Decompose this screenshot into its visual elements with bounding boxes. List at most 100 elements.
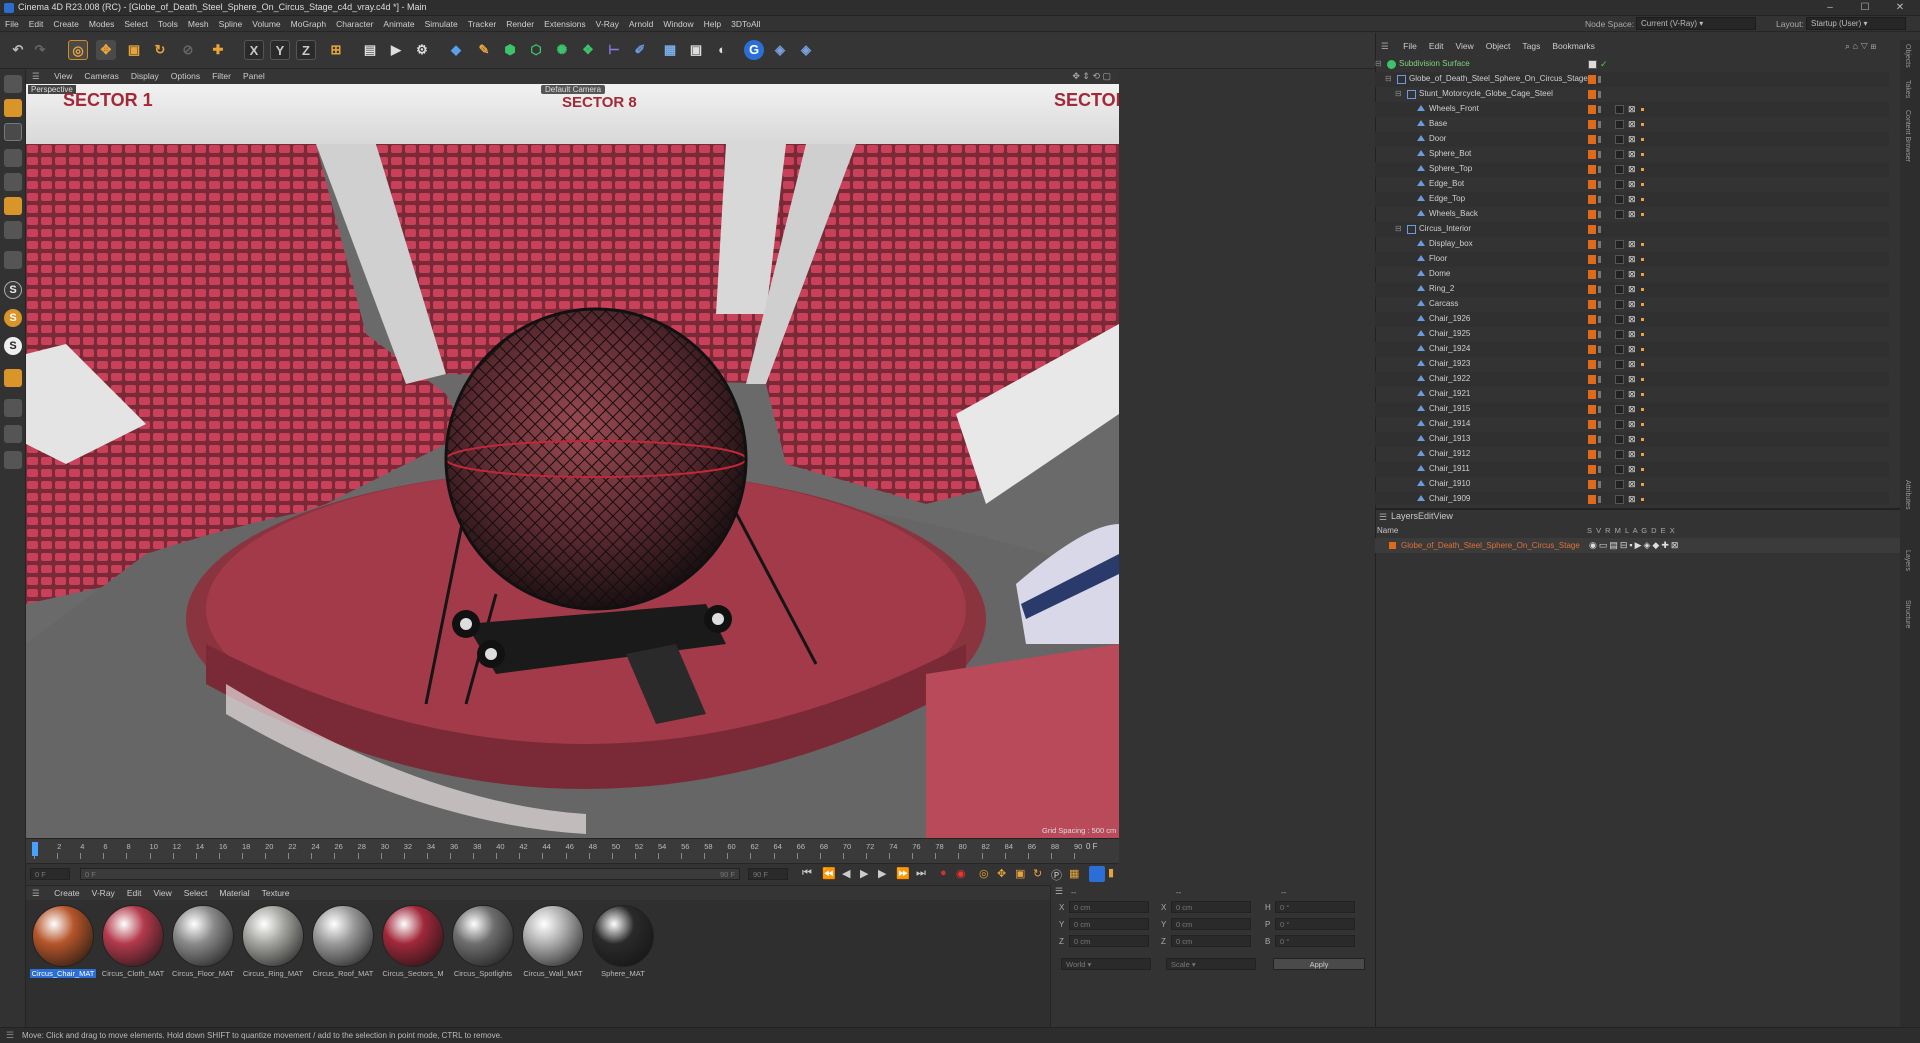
object-menu-object[interactable]: Object <box>1480 40 1517 52</box>
autokey-icon[interactable]: ◉ <box>956 867 966 880</box>
viewport-menu-options[interactable]: Options <box>165 69 206 83</box>
material-tag-icon[interactable] <box>1615 300 1624 309</box>
visibility-dots-icon[interactable] <box>1598 496 1601 503</box>
phong-tag-icon[interactable] <box>1641 348 1644 351</box>
material-preview-ball[interactable] <box>592 905 654 967</box>
material-swatch[interactable]: Circus_Roof_MAT <box>310 905 376 985</box>
material-preview-ball[interactable] <box>242 905 304 967</box>
menu-item-extensions[interactable]: Extensions <box>539 16 591 32</box>
material-tag-icon[interactable] <box>1615 210 1624 219</box>
object-name[interactable]: Stunt_Motorcycle_Globe_Cage_Steel <box>1419 89 1553 98</box>
menu-item-3dtoall[interactable]: 3DToAll <box>726 16 765 32</box>
object-name[interactable]: Chair_1912 <box>1429 449 1470 458</box>
visibility-dots-icon[interactable] <box>1598 136 1601 143</box>
prev-key-icon[interactable]: ⏪ <box>822 867 836 880</box>
texture-tag-icon[interactable]: ⊠ <box>1628 209 1636 220</box>
edges-mode-icon[interactable] <box>4 197 22 215</box>
layer-color-tag[interactable] <box>1588 360 1596 369</box>
visibility-dots-icon[interactable] <box>1598 466 1601 473</box>
coord-value-field[interactable]: 0 ° <box>1275 901 1355 913</box>
visibility-dots-icon[interactable] <box>1598 256 1601 263</box>
object-name[interactable]: Chair_1915 <box>1429 404 1470 413</box>
goto-start-icon[interactable]: ⏮ <box>802 867 812 880</box>
material-tag-icon[interactable] <box>1615 120 1624 129</box>
visibility-dots-icon[interactable] <box>1598 196 1601 203</box>
object-name[interactable]: Subdivision Surface <box>1399 59 1470 68</box>
object-name[interactable]: Chair_1910 <box>1429 479 1470 488</box>
visibility-dots-icon[interactable] <box>1598 406 1601 413</box>
material-tag-icon[interactable] <box>1615 480 1624 489</box>
visibility-dots-icon[interactable] <box>1598 166 1601 173</box>
phong-tag-icon[interactable] <box>1641 423 1644 426</box>
visibility-dots-icon[interactable] <box>1598 361 1601 368</box>
layer-color-tag[interactable] <box>1588 120 1596 129</box>
visibility-dots-icon[interactable] <box>1598 436 1601 443</box>
coord-value-field[interactable]: 0 cm <box>1171 918 1251 930</box>
phong-tag-icon[interactable] <box>1641 138 1644 141</box>
texture-tag-icon[interactable]: ⊠ <box>1628 494 1636 505</box>
coord-menu-icon[interactable]: ☰ <box>1055 886 1063 897</box>
layer-menu-edit[interactable]: Edit <box>1418 511 1434 521</box>
texture-tag-icon[interactable]: ⊠ <box>1628 149 1636 160</box>
object-row[interactable]: Chair_1922 ⊠ <box>1375 372 1889 387</box>
object-name[interactable]: Chair_1923 <box>1429 359 1470 368</box>
play-icon[interactable]: ▶ <box>860 867 868 880</box>
material-tag-icon[interactable] <box>1615 165 1624 174</box>
texture-tag-icon[interactable]: ⊠ <box>1628 254 1636 265</box>
viewport-menu-panel[interactable]: Panel <box>237 69 271 83</box>
object-row[interactable]: Chair_1926 ⊠ <box>1375 312 1889 327</box>
mograph-icon[interactable]: ❖ <box>578 40 598 60</box>
material-menu-edit[interactable]: Edit <box>121 886 148 900</box>
visibility-dots-icon[interactable] <box>1598 151 1601 158</box>
texture-tag-icon[interactable]: ⊠ <box>1628 104 1636 115</box>
layer-color-tag[interactable] <box>1588 330 1596 339</box>
phong-tag-icon[interactable] <box>1641 498 1644 501</box>
layer-color-tag[interactable] <box>1588 345 1596 354</box>
object-name[interactable]: Display_box <box>1429 239 1473 248</box>
phong-tag-icon[interactable] <box>1641 288 1644 291</box>
layer-color-tag[interactable] <box>1588 75 1596 84</box>
render-settings-icon[interactable]: ⚙ <box>412 40 432 60</box>
object-name[interactable]: Door <box>1429 134 1446 143</box>
material-swatch[interactable]: Circus_Floor_MAT <box>170 905 236 985</box>
y-axis-button[interactable]: Y <box>270 40 290 60</box>
visibility-dots-icon[interactable] <box>1598 211 1601 218</box>
object-row[interactable]: Chair_1912 ⊠ <box>1375 447 1889 462</box>
menu-item-select[interactable]: Select <box>119 16 153 32</box>
material-tag-icon[interactable] <box>1615 270 1624 279</box>
coord-value-field[interactable]: 0 cm <box>1069 901 1149 913</box>
side-tab-objects[interactable]: Objects <box>1904 44 1911 68</box>
material-tag-icon[interactable] <box>1615 360 1624 369</box>
material-tag-icon[interactable] <box>1615 345 1624 354</box>
camera-badge[interactable]: Default Camera <box>541 85 606 94</box>
material-tag-icon[interactable] <box>1615 240 1624 249</box>
layer-color-tag[interactable] <box>1588 285 1596 294</box>
texture-tag-icon[interactable]: ⊠ <box>1628 299 1636 310</box>
light-icon[interactable]: ◐ <box>712 40 732 60</box>
key-param-icon[interactable]: Ⓟ <box>1051 867 1062 883</box>
menu-item-tools[interactable]: Tools <box>153 16 183 32</box>
menu-item-animate[interactable]: Animate <box>378 16 419 32</box>
minimize-button[interactable]: – <box>1815 0 1845 16</box>
layer-color-tag[interactable] <box>1588 495 1596 504</box>
object-name[interactable]: Base <box>1429 119 1447 128</box>
axis-mode-icon[interactable] <box>4 251 22 269</box>
visibility-dots-icon[interactable] <box>1598 241 1601 248</box>
texture-tag-icon[interactable]: ⊠ <box>1628 284 1636 295</box>
visibility-dots-icon[interactable] <box>1598 481 1601 488</box>
coord-value-field[interactable]: 0 cm <box>1069 935 1149 947</box>
material-tag-icon[interactable] <box>1615 285 1624 294</box>
script-icon[interactable]: ◈ <box>796 40 816 60</box>
object-row[interactable]: ⊟ Circus_Interior <box>1375 222 1889 237</box>
texture-tag-icon[interactable]: ⊠ <box>1628 389 1636 400</box>
layer-color-tag[interactable] <box>1588 390 1596 399</box>
menu-item-edit[interactable]: Edit <box>24 16 49 32</box>
viewport-menu-filter[interactable]: Filter <box>206 69 237 83</box>
viewport-nav-icons[interactable]: ✥ ⇕ ⟲ ▢ <box>1072 71 1111 82</box>
material-preview-ball[interactable] <box>172 905 234 967</box>
object-menu-bookmarks[interactable]: Bookmarks <box>1546 40 1601 52</box>
viewport-menu-display[interactable]: Display <box>125 69 165 83</box>
object-row[interactable]: Wheels_Back ⊠ <box>1375 207 1889 222</box>
scheme-icon[interactable] <box>1089 866 1105 882</box>
material-menu-v-ray[interactable]: V-Ray <box>86 886 121 900</box>
